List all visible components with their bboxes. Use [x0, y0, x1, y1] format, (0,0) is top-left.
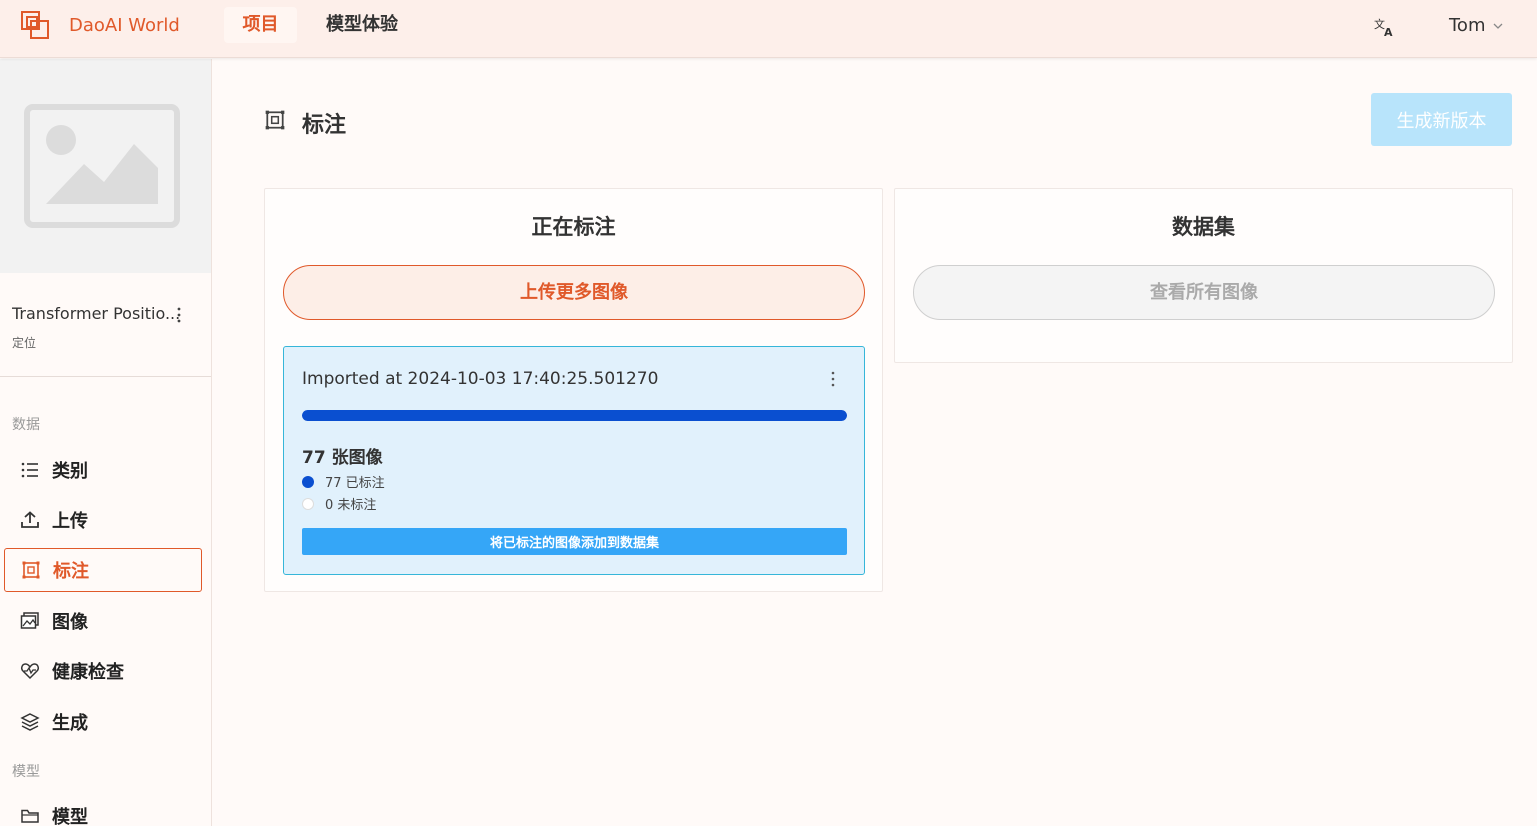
daoai-logo-icon[interactable] — [20, 10, 50, 40]
sidebar-item-label: 生成 — [52, 713, 88, 734]
view-all-images-button[interactable]: 查看所有图像 — [913, 265, 1495, 320]
translate-icon[interactable]: 文 A — [1373, 15, 1397, 39]
sidebar-item-images[interactable]: 图像 — [4, 599, 202, 643]
more-vertical-icon[interactable] — [174, 305, 184, 325]
more-vertical-icon[interactable] — [830, 369, 836, 389]
batch-title: Imported at 2024-10-03 17:40:25.501270 — [302, 369, 659, 389]
tab-model-experience[interactable]: 模型体验 — [308, 7, 416, 43]
section-label-data: 数据 — [12, 417, 40, 433]
sidebar-item-classes[interactable]: 类别 — [4, 448, 202, 492]
folder-icon — [21, 809, 39, 823]
sidebar-item-label: 图像 — [52, 612, 88, 633]
user-menu[interactable]: Tom — [1449, 15, 1485, 36]
project-thumbnail — [0, 59, 211, 273]
unannotated-count: 0 未标注 — [325, 498, 377, 513]
dataset-panel: 数据集 查看所有图像 — [894, 188, 1513, 363]
brand-name[interactable]: DaoAI World — [69, 15, 180, 36]
panel-title: 正在标注 — [531, 215, 616, 239]
sidebar: Transformer Positio... 定位 数据 类别 上传 标注 图像… — [0, 59, 212, 826]
upload-icon — [21, 511, 39, 528]
annotation-progress-bar — [302, 410, 847, 421]
sidebar-item-upload[interactable]: 上传 — [4, 498, 202, 542]
section-label-model: 模型 — [12, 764, 40, 780]
sidebar-item-health-check[interactable]: 健康检查 — [4, 649, 202, 693]
sidebar-item-models[interactable]: 模型 — [4, 794, 202, 826]
unannotated-dot — [302, 497, 314, 510]
import-batch-card[interactable]: Imported at 2024-10-03 17:40:25.501270 7… — [283, 346, 865, 575]
annotate-icon — [265, 110, 285, 130]
sidebar-item-label: 标注 — [53, 561, 89, 582]
heart-pulse-icon — [21, 663, 39, 680]
chevron-down-icon[interactable] — [1492, 20, 1504, 32]
upload-more-images-button[interactable]: 上传更多图像 — [283, 265, 865, 320]
list-icon — [21, 462, 38, 478]
annotate-icon — [22, 561, 40, 579]
panel-title: 数据集 — [1172, 215, 1235, 239]
divider — [0, 376, 211, 377]
annotating-panel: 正在标注 上传更多图像 Imported at 2024-10-03 17:40… — [264, 188, 883, 592]
image-placeholder-icon — [24, 104, 180, 228]
sidebar-item-generate[interactable]: 生成 — [4, 700, 202, 744]
layers-icon — [20, 713, 40, 731]
top-bar: DaoAI World 项目 模型体验 文 A Tom — [0, 0, 1537, 58]
generate-version-button[interactable]: 生成新版本 — [1371, 93, 1512, 146]
sidebar-item-annotate[interactable]: 标注 — [4, 548, 202, 592]
project-name: Transformer Positio... — [12, 304, 181, 323]
project-type: 定位 — [12, 336, 37, 350]
sidebar-item-label: 健康检查 — [52, 662, 124, 683]
annotated-legend: 77 已标注 — [302, 472, 385, 491]
annotated-dot — [302, 475, 314, 488]
annotated-count: 77 已标注 — [325, 476, 385, 491]
images-icon — [20, 612, 39, 629]
unannotated-legend: 0 未标注 — [302, 494, 376, 513]
sidebar-item-label: 类别 — [52, 461, 88, 482]
sidebar-item-label: 上传 — [52, 511, 88, 532]
sidebar-item-label: 模型 — [52, 807, 88, 826]
page-title: 标注 — [302, 113, 347, 138]
svg-text:A: A — [1384, 26, 1393, 39]
progress-fill — [302, 410, 847, 421]
image-count: 77 张图像 — [302, 448, 383, 468]
tab-projects[interactable]: 项目 — [224, 7, 297, 43]
add-to-dataset-button[interactable]: 将已标注的图像添加到数据集 — [302, 528, 847, 555]
